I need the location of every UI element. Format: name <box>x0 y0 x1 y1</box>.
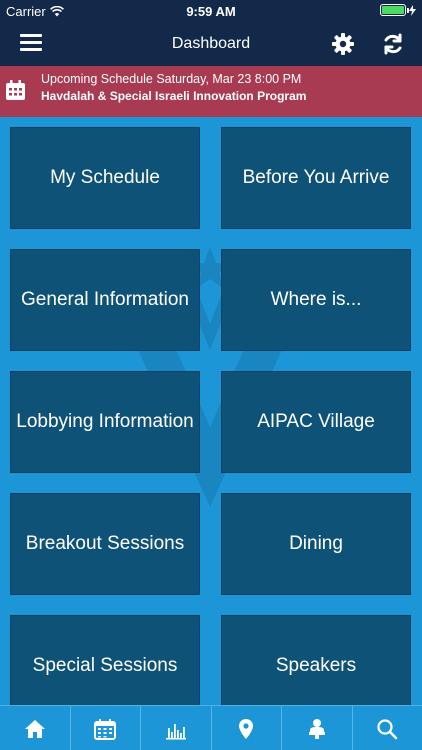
bottom-tab-bar <box>0 705 422 750</box>
tile-my-schedule[interactable]: My Schedule <box>10 127 200 229</box>
speaker-icon <box>308 718 325 739</box>
tile-lobbying-information[interactable]: Lobbying Information <box>10 371 200 473</box>
battery-icon <box>380 4 409 16</box>
refresh-icon[interactable] <box>381 32 405 56</box>
status-bar: Carrier 9:59 AM <box>0 0 422 22</box>
tab-home[interactable] <box>0 706 71 750</box>
gear-icon[interactable] <box>331 32 355 56</box>
banner-event-title: Havdalah & Special Israeli Innovation Pr… <box>41 89 307 103</box>
nav-bar: Dashboard <box>0 22 422 66</box>
tab-activity[interactable] <box>141 706 212 750</box>
map-pin-icon <box>239 718 254 739</box>
upcoming-schedule-banner[interactable]: Upcoming Schedule Saturday, Mar 23 8:00 … <box>0 66 422 117</box>
chart-icon <box>165 723 186 739</box>
tile-breakout-sessions[interactable]: Breakout Sessions <box>10 493 200 595</box>
tab-map[interactable] <box>212 706 282 750</box>
home-icon <box>24 719 45 738</box>
tile-where-is[interactable]: Where is... <box>221 249 411 351</box>
tile-aipac-village[interactable]: AIPAC Village <box>221 371 411 473</box>
banner-schedule-date: Upcoming Schedule Saturday, Mar 23 8:00 … <box>41 72 302 86</box>
search-icon <box>377 718 398 739</box>
calendar-icon <box>6 80 25 100</box>
tile-before-you-arrive[interactable]: Before You Arrive <box>221 127 411 229</box>
tile-speakers[interactable]: Speakers <box>221 615 411 705</box>
charging-icon <box>409 4 416 16</box>
tile-special-sessions[interactable]: Special Sessions <box>10 615 200 705</box>
status-time: 9:59 AM <box>186 4 236 19</box>
tab-calendar[interactable] <box>71 706 141 750</box>
page-title: Dashboard <box>171 35 251 52</box>
tile-dining[interactable]: Dining <box>221 493 411 595</box>
tab-speakers[interactable] <box>282 706 353 750</box>
calendar-icon <box>94 718 117 740</box>
tile-general-information[interactable]: General Information <box>10 249 200 351</box>
tab-search[interactable] <box>353 706 422 750</box>
dashboard-grid: My Schedule Before You Arrive General In… <box>0 117 422 705</box>
status-right <box>380 4 416 16</box>
